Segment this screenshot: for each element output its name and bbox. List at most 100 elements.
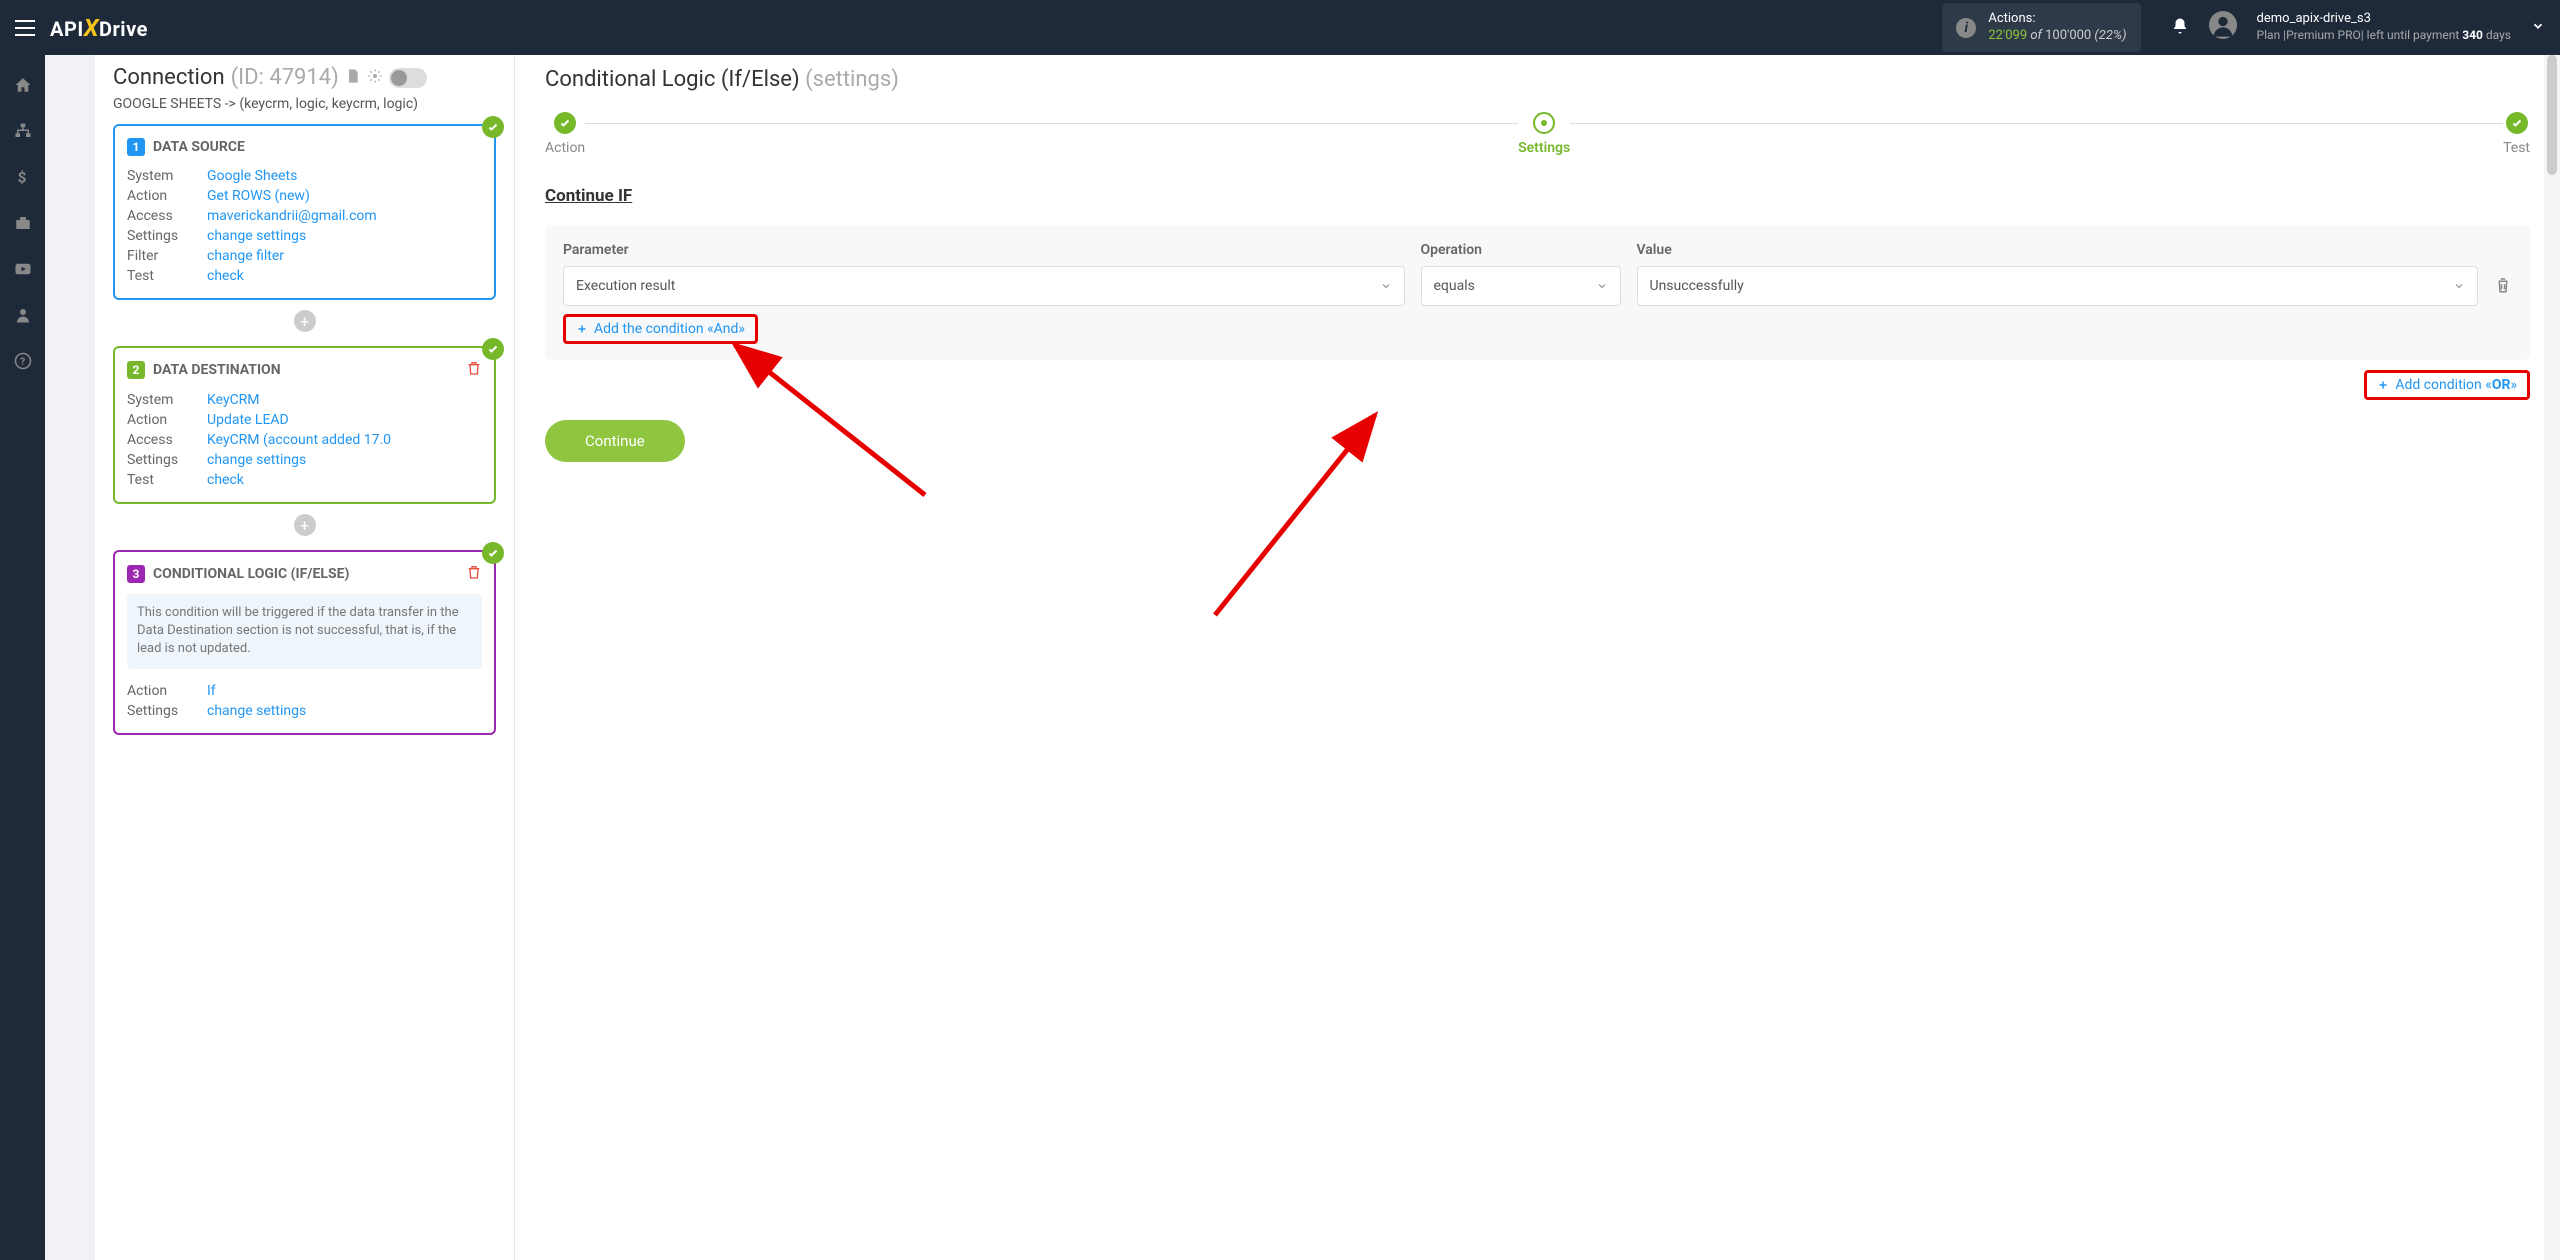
home-icon[interactable] xyxy=(13,75,33,95)
row-value[interactable]: check xyxy=(207,268,244,284)
row-label: Test xyxy=(127,268,207,284)
row-label: Access xyxy=(127,208,207,224)
chevron-down-icon xyxy=(2453,280,2465,292)
row-value[interactable]: Update LEAD xyxy=(207,412,289,428)
user-icon[interactable] xyxy=(13,305,33,325)
gear-icon[interactable] xyxy=(367,65,383,90)
step-label: Test xyxy=(2503,140,2530,156)
card-title: 3CONDITIONAL LOGIC (IF/ELSE) xyxy=(127,564,482,584)
connection-title-text: Connection xyxy=(113,65,225,90)
help-icon[interactable]: ? xyxy=(13,351,33,371)
card-title: 1DATA SOURCE xyxy=(127,138,482,156)
page-title: Conditional Logic (If/Else) (settings) xyxy=(545,67,2530,92)
param-label: Parameter xyxy=(563,242,1405,258)
actions-label: Actions: xyxy=(1988,11,2126,28)
card-note: This condition will be triggered if the … xyxy=(127,594,482,669)
operation-value: equals xyxy=(1434,278,1475,294)
actions-pct: (22%) xyxy=(2091,28,2126,43)
chevron-down-icon xyxy=(1380,280,1392,292)
flow-icon[interactable] xyxy=(13,121,33,141)
step-settings[interactable]: Settings xyxy=(1518,112,1570,156)
parameter-value: Execution result xyxy=(576,278,675,294)
row-value[interactable]: check xyxy=(207,472,244,488)
add-step-button[interactable]: + xyxy=(294,514,316,536)
row-label: Filter xyxy=(127,248,207,264)
operation-select[interactable]: equals xyxy=(1421,266,1621,306)
actions-total: 100'000 xyxy=(2045,28,2091,43)
row-value[interactable]: KeyCRM xyxy=(207,392,260,408)
hamburger-icon[interactable] xyxy=(15,20,35,36)
dollar-icon[interactable]: $ xyxy=(13,167,33,187)
check-icon xyxy=(482,116,504,138)
username: demo_apix-drive_s3 xyxy=(2257,11,2511,28)
add-step-button[interactable]: + xyxy=(294,310,316,332)
step-action[interactable]: Action xyxy=(545,112,585,156)
add-and-button[interactable]: Add the condition «And» xyxy=(563,314,758,344)
row-value[interactable]: change settings xyxy=(207,703,306,719)
stepper: Action Settings Test xyxy=(545,112,2530,156)
row-value[interactable]: maverickandrii@gmail.com xyxy=(207,208,377,224)
operation-label: Operation xyxy=(1421,242,1621,258)
connection-toggle[interactable] xyxy=(389,68,427,88)
row-label: Action xyxy=(127,683,207,699)
check-icon xyxy=(482,542,504,564)
card-title: 2DATA DESTINATION xyxy=(127,360,482,380)
step-label: Action xyxy=(545,140,585,156)
trash-icon[interactable] xyxy=(466,360,482,380)
row-label: System xyxy=(127,392,207,408)
row-value[interactable]: change settings xyxy=(207,228,306,244)
page-title-sub: (settings) xyxy=(805,67,899,92)
plus-icon xyxy=(576,323,588,335)
connection-panel: Connection (ID: 47914) GOOGLE SHEETS -> … xyxy=(95,55,515,1260)
logo[interactable]: APIXDrive xyxy=(50,14,148,42)
check-icon xyxy=(482,338,504,360)
value-label: Value xyxy=(1637,242,2479,258)
user-text: demo_apix-drive_s3 Plan |Premium PRO| le… xyxy=(2257,11,2511,43)
scrollbar[interactable] xyxy=(2544,55,2560,1260)
row-value[interactable]: change filter xyxy=(207,248,284,264)
data-source-card: 1DATA SOURCE SystemGoogle Sheets ActionG… xyxy=(113,124,496,300)
svg-text:$: $ xyxy=(17,168,26,186)
parameter-select[interactable]: Execution result xyxy=(563,266,1405,306)
sidebar: $ ? xyxy=(0,55,45,1260)
youtube-icon[interactable] xyxy=(13,259,33,279)
row-value[interactable]: Get ROWS (new) xyxy=(207,188,310,204)
page-title-text: Conditional Logic (If/Else) xyxy=(545,67,805,92)
step-label: Settings xyxy=(1518,140,1570,156)
row-value[interactable]: KeyCRM (account added 17.0 xyxy=(207,432,391,448)
connection-subtitle: GOOGLE SHEETS -> (keycrm, logic, keycrm,… xyxy=(113,96,496,112)
bell-icon[interactable] xyxy=(2171,17,2189,39)
document-icon[interactable] xyxy=(345,65,361,90)
row-label: Action xyxy=(127,188,207,204)
connection-id: (ID: 47914) xyxy=(231,65,339,90)
continue-button[interactable]: Continue xyxy=(545,420,685,462)
step-test[interactable]: Test xyxy=(2503,112,2530,156)
delete-condition-button[interactable] xyxy=(2494,276,2512,306)
add-or-button[interactable]: Add condition «OR» xyxy=(2364,370,2530,400)
user-menu[interactable]: demo_apix-drive_s3 Plan |Premium PRO| le… xyxy=(2199,11,2511,43)
actions-count: 22'099 xyxy=(1988,28,2027,43)
value-select[interactable]: Unsuccessfully xyxy=(1637,266,2479,306)
row-value[interactable]: If xyxy=(207,683,216,699)
card-title-text: DATA DESTINATION xyxy=(153,362,281,378)
row-value[interactable]: Google Sheets xyxy=(207,168,297,184)
row-label: Settings xyxy=(127,703,207,719)
avatar-icon xyxy=(2209,11,2237,43)
actions-counter[interactable]: i Actions: 22'099 of 100'000 (22%) xyxy=(1942,3,2140,53)
logo-prefix: API xyxy=(50,17,84,41)
briefcase-icon[interactable] xyxy=(13,213,33,233)
row-label: Action xyxy=(127,412,207,428)
row-label: Access xyxy=(127,432,207,448)
add-and-label: Add the condition «And» xyxy=(594,321,745,337)
logo-x: X xyxy=(84,14,99,42)
chevron-down-icon[interactable] xyxy=(2531,19,2545,37)
plus-icon xyxy=(2377,379,2389,391)
add-or-label: Add condition «OR» xyxy=(2395,377,2517,393)
main-panel: Conditional Logic (If/Else) (settings) A… xyxy=(515,55,2560,1260)
condition-block: Parameter Execution result Operation equ… xyxy=(545,226,2530,360)
plan-prefix: Plan |Premium PRO| left until payment xyxy=(2257,28,2463,42)
row-value[interactable]: change settings xyxy=(207,452,306,468)
value-value: Unsuccessfully xyxy=(1650,278,1744,294)
trash-icon[interactable] xyxy=(466,564,482,584)
logo-suffix: Drive xyxy=(99,17,148,41)
